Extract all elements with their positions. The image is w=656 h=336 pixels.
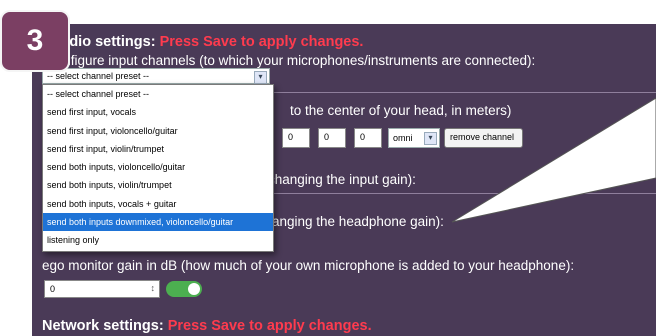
preset-option[interactable]: -- select channel preset --: [43, 85, 273, 103]
position-y-input[interactable]: 0: [318, 128, 346, 148]
network-settings-title: Network settings:: [42, 318, 164, 334]
preset-option-selected[interactable]: send both inputs downmixed, violoncello/…: [43, 213, 273, 232]
channel-preset-value: -- select channel preset --: [47, 71, 150, 81]
preset-option[interactable]: send both inputs, violin/trumpet: [43, 176, 273, 194]
preset-option[interactable]: send first input, violoncello/guitar: [43, 122, 273, 140]
audio-save-warning: Press Save to apply changes.: [159, 34, 364, 50]
channel-preset-select[interactable]: -- select channel preset -- ▾: [42, 68, 270, 84]
ego-monitor-gain-value: 0: [50, 284, 56, 294]
ego-monitor-label: ego monitor gain in dB (how much of your…: [42, 258, 575, 273]
toggle-knob: [188, 283, 200, 295]
preset-option[interactable]: listening only: [43, 231, 273, 249]
directivity-select[interactable]: omni ▾: [388, 128, 440, 148]
preset-option[interactable]: send both inputs, violoncello/guitar: [43, 158, 273, 176]
position-z-input[interactable]: 0: [354, 128, 382, 148]
channel-preset-dropdown: -- select channel preset -- send first i…: [42, 84, 274, 252]
chevron-down-icon: ▾: [424, 132, 437, 145]
channel-position-label: to the center of your head, in meters): [290, 103, 512, 118]
preset-option[interactable]: send first input, vocals: [43, 103, 273, 121]
headphone-gain-text: anging the headphone gain):: [272, 214, 444, 229]
network-save-warning: Press Save to apply changes.: [167, 318, 372, 334]
spinner-icon: ↕: [150, 283, 156, 293]
preset-option[interactable]: send both inputs, vocals + guitar: [43, 195, 273, 213]
preset-option[interactable]: send first input, violin/trumpet: [43, 140, 273, 158]
network-settings-heading: Network settings: Press Save to apply ch…: [42, 318, 372, 334]
remove-channel-button[interactable]: remove channel: [444, 128, 523, 148]
input-gain-text: changing the input gain):: [268, 172, 416, 187]
position-x-input[interactable]: 0: [282, 128, 310, 148]
directivity-value: omni: [393, 133, 413, 143]
chevron-down-icon: ▾: [254, 71, 267, 84]
configure-input-text: Configure input channels (to which your …: [46, 53, 536, 68]
step-number-badge: 3: [0, 10, 70, 72]
audio-settings-heading: Audio settings: Press Save to apply chan…: [50, 34, 363, 50]
ego-monitor-toggle[interactable]: [166, 281, 202, 297]
ego-monitor-gain-input[interactable]: 0 ↕: [44, 280, 160, 298]
